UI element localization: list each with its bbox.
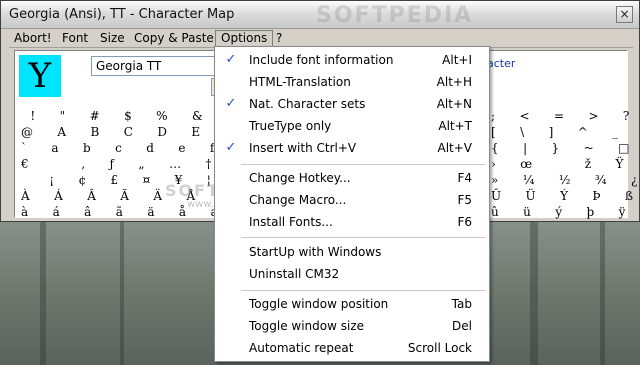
menu-separator — [241, 237, 485, 238]
menu-item-toggle-window-position[interactable]: Toggle window position Tab — [216, 293, 488, 315]
menu-item-automatic-repeat[interactable]: Automatic repeat Scroll Lock — [216, 337, 488, 359]
window-title: Georgia (Ansi), TT - Character Map — [9, 7, 235, 22]
background-trunk — [40, 222, 46, 365]
menu-item-label: Change Macro... — [249, 193, 347, 207]
menu-item-label: Install Fonts... — [249, 215, 333, 229]
menu-item-shortcut: F6 — [457, 215, 472, 229]
char-row-right[interactable]: { | } ~ □ — [491, 141, 635, 157]
checkmark-icon: ✓ — [225, 52, 237, 67]
character-preview: Y — [19, 55, 61, 97]
menu-item-label: Toggle window position — [249, 297, 389, 311]
menu-item-label: HTML-Translation — [249, 75, 351, 89]
menu-item-shortcut: Scroll Lock — [407, 341, 472, 355]
menu-item-label: Nat. Character sets — [249, 97, 366, 111]
menu-abort[interactable]: Abort! — [9, 30, 57, 47]
menu-separator — [241, 290, 485, 291]
menu-separator — [241, 164, 485, 165]
menu-item-label: Automatic repeat — [249, 341, 354, 355]
menu-item-shortcut: Alt+V — [437, 141, 472, 155]
menu-item-shortcut: F4 — [457, 171, 472, 185]
title-bar[interactable]: Georgia (Ansi), TT - Character Map SOFTP… — [1, 1, 639, 29]
menu-item-startup-with-windows[interactable]: StartUp with Windows — [216, 241, 488, 263]
menu-item-shortcut: Tab — [451, 297, 472, 311]
menu-item-nat-character-sets[interactable]: ✓ Nat. Character sets Alt+N — [216, 93, 488, 115]
menu-options[interactable]: Options — [215, 30, 274, 47]
checkmark-icon: ✓ — [225, 96, 237, 111]
menu-item-label: Change Hotkey... — [249, 171, 351, 185]
background-trunk — [120, 222, 124, 365]
menu-copy-paste[interactable]: Copy & Paste — [129, 30, 219, 47]
menu-item-label: Toggle window size — [249, 319, 365, 333]
menu-item-uninstall-cm32[interactable]: Uninstall CM32 — [216, 263, 488, 285]
menu-item-change-macro[interactable]: Change Macro... F5 — [216, 189, 488, 211]
char-row-right[interactable]: [ \ ] ^ _ — [491, 125, 624, 141]
menu-font[interactable]: Font — [57, 30, 93, 47]
background-trunk — [530, 222, 538, 365]
softpedia-watermark: SOFTPEDIA — [316, 3, 474, 28]
menu-item-label: Include font information — [249, 53, 394, 67]
menu-help[interactable]: ? — [271, 30, 287, 47]
menu-item-html-translation[interactable]: HTML-Translation Alt+H — [216, 71, 488, 93]
menu-item-shortcut: F5 — [457, 193, 472, 207]
checkmark-icon: ✓ — [225, 140, 237, 155]
close-button[interactable]: × — [616, 6, 633, 23]
menu-item-label: Uninstall CM32 — [249, 267, 340, 281]
menu-item-shortcut: Del — [452, 319, 472, 333]
options-dropdown-menu: ✓ Include font information Alt+I HTML-Tr… — [214, 46, 490, 362]
menu-item-label: Insert with Ctrl+V — [249, 141, 357, 155]
menu-item-truetype-only[interactable]: TrueType only Alt+T — [216, 115, 488, 137]
menu-item-change-hotkey[interactable]: Change Hotkey... F4 — [216, 167, 488, 189]
background-trunk — [600, 222, 605, 365]
char-row-right[interactable]: » ¼ ½ ¾ ¿ — [491, 173, 640, 189]
character-link[interactable]: acter — [487, 57, 515, 70]
menu-item-shortcut: Alt+T — [438, 119, 472, 133]
char-row-right[interactable]: û ü ý þ ÿ — [491, 205, 631, 221]
menu-item-shortcut: Alt+I — [442, 53, 472, 67]
menu-item-install-fonts[interactable]: Install Fonts... F6 — [216, 211, 488, 233]
menu-item-include-font-info[interactable]: ✓ Include font information Alt+I — [216, 49, 488, 71]
menu-item-toggle-window-size[interactable]: Toggle window size Del — [216, 315, 488, 337]
menu-item-label: StartUp with Windows — [249, 245, 382, 259]
menu-item-insert-ctrl-v[interactable]: ✓ Insert with Ctrl+V Alt+V — [216, 137, 488, 159]
char-row-right[interactable]: ; < = > ? — [491, 109, 635, 125]
menu-size[interactable]: Size — [95, 30, 130, 47]
menu-item-shortcut: Alt+H — [436, 75, 472, 89]
char-row-right[interactable]: Û Ü Ý Þ ß — [491, 189, 639, 205]
menu-item-shortcut: Alt+N — [436, 97, 472, 111]
menu-item-label: TrueType only — [249, 119, 332, 133]
char-row-right[interactable]: › œ ž Ÿ — [491, 157, 629, 173]
